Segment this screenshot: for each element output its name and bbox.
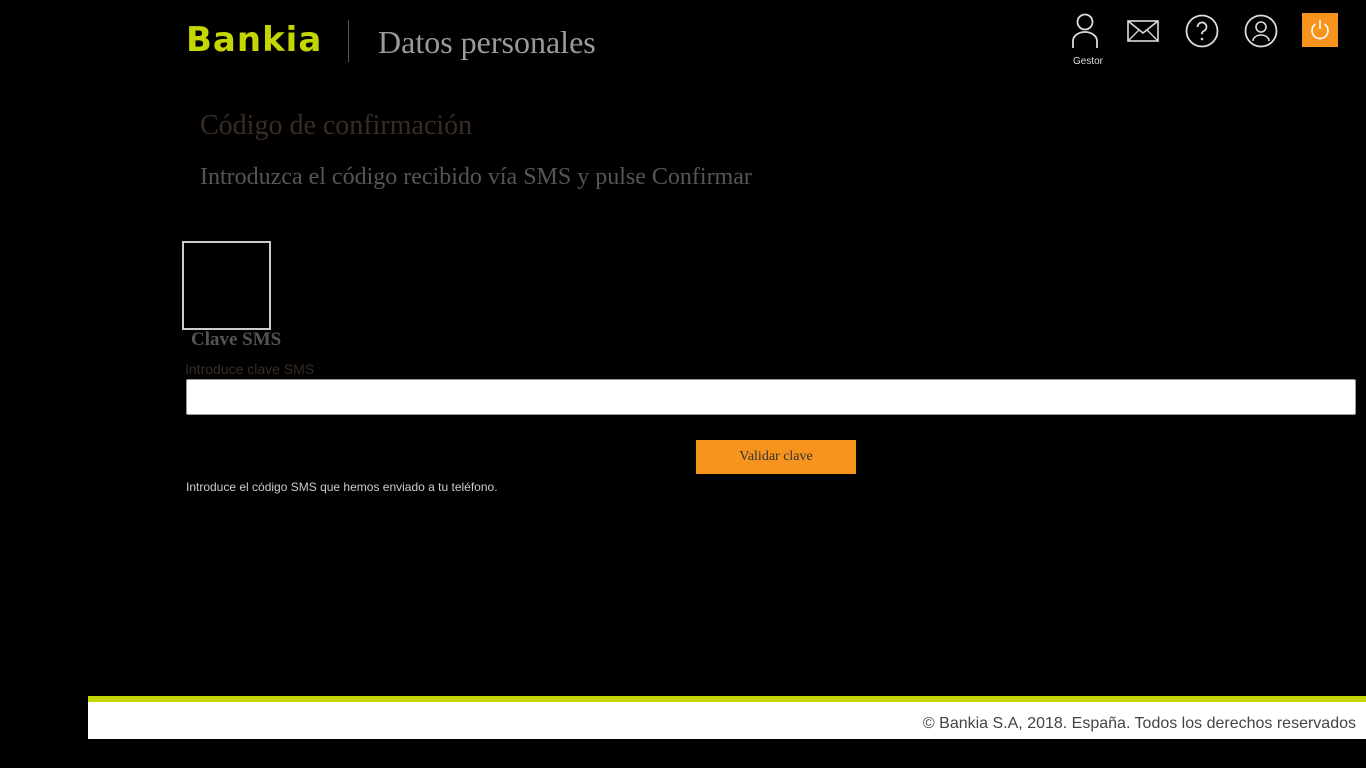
sms-code-input[interactable] xyxy=(186,379,1356,415)
sms-help-text: Introduce el código SMS que hemos enviad… xyxy=(186,480,498,494)
power-icon xyxy=(1311,20,1329,40)
header-divider xyxy=(348,20,349,62)
mail-icon[interactable] xyxy=(1126,14,1160,48)
sms-image-box xyxy=(182,241,271,330)
help-icon[interactable] xyxy=(1185,14,1219,48)
logout-button[interactable] xyxy=(1302,13,1338,47)
copyright-text: © Bankia S.A, 2018. España. Todos los de… xyxy=(922,715,1356,732)
bankia-logo[interactable]: Bankia xyxy=(186,22,322,58)
gestor-icon[interactable] xyxy=(1068,13,1102,48)
page-title: Datos personales xyxy=(378,24,596,60)
gestor-label[interactable]: Gestor xyxy=(1068,56,1108,68)
profile-icon[interactable] xyxy=(1244,14,1278,48)
confirmation-heading: Código de confirmación xyxy=(200,110,473,141)
clave-sms-label: Clave SMS xyxy=(191,329,282,350)
footer: © Bankia S.A, 2018. España. Todos los de… xyxy=(88,702,1366,739)
confirmation-instructions: Introduzca el código recibido vía SMS y … xyxy=(200,164,752,190)
validate-button[interactable]: Validar clave xyxy=(696,440,856,474)
sms-input-label: Introduce clave SMS xyxy=(185,361,315,377)
